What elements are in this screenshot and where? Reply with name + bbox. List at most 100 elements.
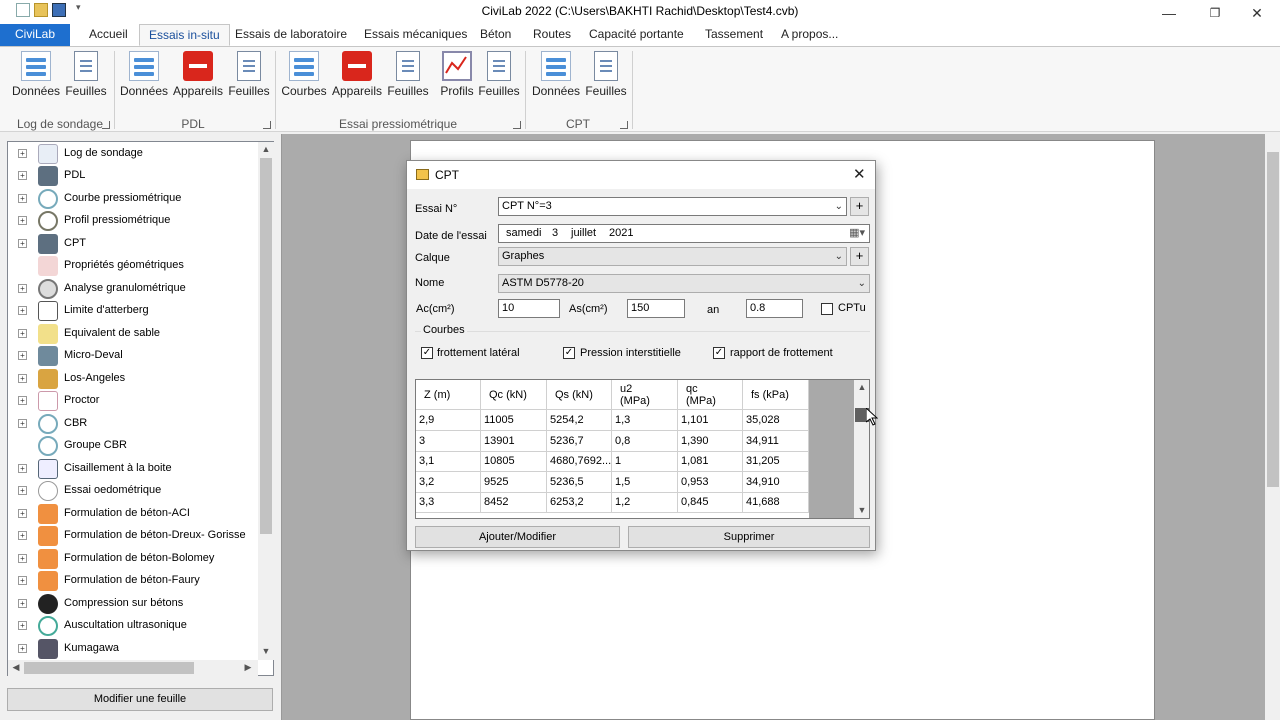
tab-routes[interactable]: Routes: [524, 24, 580, 46]
dialog-launcher-icon[interactable]: [263, 121, 271, 129]
pdl-feuilles-button[interactable]: Feuilles: [223, 51, 275, 103]
scroll-thumb[interactable]: [260, 158, 272, 534]
as-input[interactable]: 150: [627, 299, 685, 318]
expand-icon[interactable]: +: [18, 576, 27, 585]
restore-button[interactable]: ❐: [1192, 2, 1238, 24]
grid-cell[interactable]: 4680,7692...: [547, 451, 612, 472]
calendar-icon[interactable]: ▦▾: [849, 225, 865, 242]
cpt-data-grid[interactable]: Z (m) Qc (kN) Qs (kN) u2 (MPa) qc (MPa) …: [415, 379, 870, 519]
tree-item-profil-pressiometrique[interactable]: + Profil pressiométrique: [8, 210, 258, 232]
column-header[interactable]: Z (m): [416, 380, 481, 410]
grid-cell[interactable]: 0,953: [678, 471, 743, 493]
tab-beton[interactable]: Béton: [471, 24, 520, 46]
expand-icon[interactable]: +: [18, 306, 27, 315]
scroll-down-icon[interactable]: ▼: [854, 505, 869, 515]
tree-item-proctor[interactable]: + Proctor: [8, 390, 258, 412]
tree-item-cbr[interactable]: + CBR: [8, 413, 258, 435]
grid-cell[interactable]: 1,2: [612, 492, 678, 513]
expand-icon[interactable]: +: [18, 486, 27, 495]
expand-icon[interactable]: +: [18, 194, 27, 203]
calque-select[interactable]: Graphes ⌄: [498, 247, 847, 266]
grid-cell[interactable]: 34,910: [743, 471, 809, 493]
dialog-launcher-icon[interactable]: [102, 121, 110, 129]
grid-cell[interactable]: 11005: [481, 410, 547, 431]
tree-item-micro-deval[interactable]: + Micro-Deval: [8, 345, 258, 367]
expand-icon[interactable]: +: [18, 216, 27, 225]
expand-icon[interactable]: +: [18, 284, 27, 293]
expand-icon[interactable]: +: [18, 239, 27, 248]
close-window-button[interactable]: ✕: [1234, 2, 1280, 24]
scroll-up-icon[interactable]: ▲: [258, 144, 274, 154]
grid-cell[interactable]: 5236,7: [547, 430, 612, 452]
grid-vertical-scrollbar[interactable]: ▲ ▼: [854, 380, 869, 518]
scroll-thumb[interactable]: [24, 662, 194, 674]
cptu-checkbox[interactable]: [821, 303, 833, 315]
expand-icon[interactable]: +: [18, 644, 27, 653]
pdl-donnees-button[interactable]: Données: [118, 51, 170, 103]
tree-item-courbe-pressiometrique[interactable]: + Courbe pressiométrique: [8, 188, 258, 210]
tab-accueil[interactable]: Accueil: [80, 24, 137, 46]
expand-icon[interactable]: +: [18, 419, 27, 428]
dialog-launcher-icon[interactable]: [513, 121, 521, 129]
grid-cell[interactable]: 1,5: [612, 471, 678, 493]
grid-cell[interactable]: 3,1: [416, 451, 481, 472]
add-essai-button[interactable]: +: [850, 197, 869, 216]
essai-select[interactable]: CPT N°=3 ⌄: [498, 197, 847, 216]
tree-item-compression[interactable]: + Compression sur bétons: [8, 593, 258, 615]
expand-icon[interactable]: +: [18, 329, 27, 338]
expand-icon[interactable]: +: [18, 351, 27, 360]
tree-item-beton-dreux[interactable]: + Formulation de béton-Dreux- Gorisse: [8, 525, 258, 547]
add-calque-button[interactable]: +: [850, 247, 869, 266]
tree-item-oedometrique[interactable]: + Essai oedométrique: [8, 480, 258, 502]
tree-item-groupe-cbr[interactable]: Groupe CBR: [8, 435, 258, 457]
expand-icon[interactable]: +: [18, 599, 27, 608]
log-donnees-button[interactable]: Données: [10, 51, 62, 103]
grid-cell[interactable]: 3,3: [416, 492, 481, 513]
expand-icon[interactable]: +: [18, 374, 27, 383]
grid-cell[interactable]: 3: [416, 430, 481, 452]
tab-essais-in-situ[interactable]: Essais in-situ: [139, 24, 230, 46]
scroll-up-icon[interactable]: ▲: [854, 382, 869, 392]
tab-civilab[interactable]: CiviLab: [0, 24, 71, 46]
ac-input[interactable]: 10: [498, 299, 560, 318]
grid-cell[interactable]: 5254,2: [547, 410, 612, 431]
grid-cell[interactable]: 8452: [481, 492, 547, 513]
cpt-feuilles-button[interactable]: Feuilles: [580, 51, 632, 103]
grid-cell[interactable]: 0,8: [612, 430, 678, 452]
modify-sheet-button[interactable]: Modifier une feuille: [7, 688, 273, 711]
expand-icon[interactable]: +: [18, 149, 27, 158]
grid-cell[interactable]: 1,390: [678, 430, 743, 452]
grid-cell[interactable]: 5236,5: [547, 471, 612, 493]
expand-icon[interactable]: +: [18, 464, 27, 473]
tree-item-proprietes-geometriques[interactable]: Propriétés géométriques: [8, 255, 258, 277]
tree-vertical-scrollbar[interactable]: ▲ ▼: [258, 142, 274, 660]
grid-cell[interactable]: 41,688: [743, 492, 809, 513]
grid-cell[interactable]: 0,845: [678, 492, 743, 513]
tree-item-beton-faury[interactable]: + Formulation de béton-Faury: [8, 570, 258, 592]
column-header[interactable]: fs (kPa): [743, 380, 809, 410]
expand-icon[interactable]: +: [18, 171, 27, 180]
scroll-down-icon[interactable]: ▼: [258, 646, 274, 656]
tree-item-los-angeles[interactable]: + Los-Angeles: [8, 368, 258, 390]
rapport-frottement-checkbox[interactable]: ✓: [713, 347, 725, 359]
grid-cell[interactable]: 31,205: [743, 451, 809, 472]
tree-item-beton-aci[interactable]: + Formulation de béton-ACI: [8, 503, 258, 525]
pressio-feuilles-button[interactable]: Feuilles: [382, 51, 434, 103]
grid-cell[interactable]: 13901: [481, 430, 547, 452]
tree-item-log-de-sondage[interactable]: + Log de sondage: [8, 143, 258, 165]
norme-select[interactable]: ASTM D5778-20 ⌄: [498, 274, 870, 293]
pressio-appareils-button[interactable]: Appareils: [331, 51, 383, 103]
frottement-lateral-checkbox[interactable]: ✓: [421, 347, 433, 359]
grid-cell[interactable]: 1,3: [612, 410, 678, 431]
expand-icon[interactable]: +: [18, 531, 27, 540]
grid-cell[interactable]: 9525: [481, 471, 547, 493]
grid-cell[interactable]: 2,9: [416, 410, 481, 431]
column-header[interactable]: u2 (MPa): [612, 380, 678, 410]
tab-tassement[interactable]: Tassement: [696, 24, 772, 46]
date-picker[interactable]: samedi 3 juillet 2021 ▦▾: [498, 224, 870, 243]
tree-item-pdl[interactable]: + PDL: [8, 165, 258, 187]
expand-icon[interactable]: +: [18, 621, 27, 630]
grid-cell[interactable]: 1: [612, 451, 678, 472]
pressio-feuilles-2-button[interactable]: Feuilles: [473, 51, 525, 103]
tree-item-cpt[interactable]: + CPT: [8, 233, 258, 255]
